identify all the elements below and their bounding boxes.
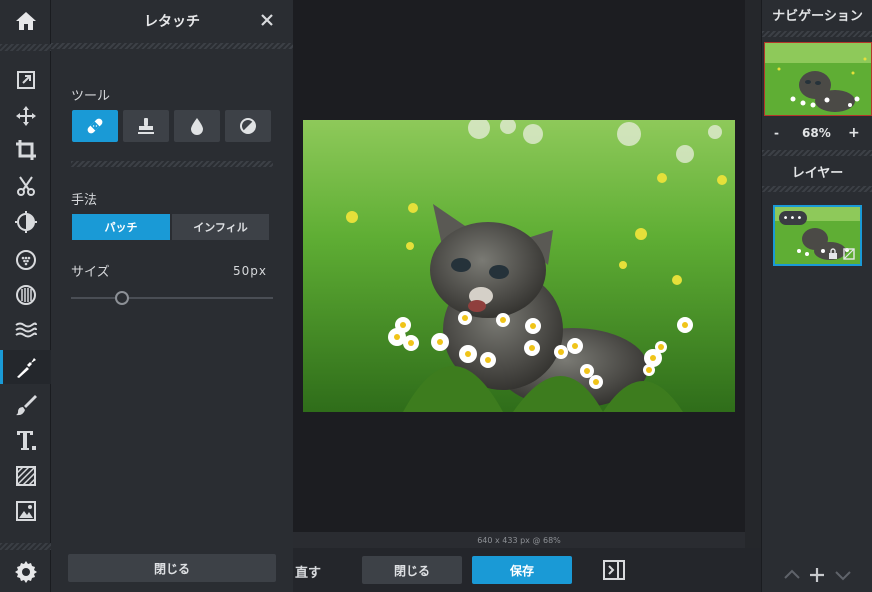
horizontal-scrollbar[interactable]: 640 x 433 px @ 68% — [293, 532, 745, 548]
close-icon[interactable] — [257, 10, 277, 30]
text-icon[interactable] — [0, 423, 51, 457]
adjust-icon[interactable] — [0, 205, 51, 239]
panel-close-button[interactable]: 閉じる — [68, 554, 276, 582]
zoom-controls: - 68% + — [762, 125, 872, 146]
bandage-icon — [87, 118, 103, 134]
right-panel: ナビゲーション - 68% + レイヤー ••• — [761, 0, 872, 592]
mask-icon[interactable] — [843, 248, 855, 260]
move-icon[interactable] — [0, 99, 51, 133]
vertical-scrollbar[interactable] — [745, 0, 761, 548]
panel-divider — [51, 43, 293, 49]
image-icon[interactable] — [0, 494, 51, 528]
dodge-burn-icon — [240, 118, 256, 134]
redo-button[interactable]: 直す — [295, 562, 321, 581]
drop-tool-button[interactable] — [174, 110, 220, 142]
size-label: サイズ — [71, 265, 110, 280]
canvas-area: 640 x 433 px @ 68% — [293, 0, 761, 548]
drop-icon — [191, 118, 203, 135]
layer-thumbnail[interactable]: ••• — [773, 205, 862, 266]
size-slider-track[interactable] — [71, 297, 273, 299]
layer-down-icon[interactable] — [834, 566, 852, 584]
save-button[interactable]: 保存 — [472, 556, 572, 584]
panel-divider — [762, 186, 872, 192]
close-button[interactable]: 閉じる — [362, 556, 462, 584]
brush-icon[interactable] — [0, 388, 51, 422]
size-slider-handle[interactable] — [114, 291, 129, 305]
clone-stamp-tool-button[interactable] — [123, 110, 169, 142]
method-patch-option[interactable]: パッチ — [72, 214, 170, 240]
layer-menu-button[interactable]: ••• — [779, 211, 807, 225]
retouch-panel: レタッチ ツール 手法 パッチ インフィル サイズ 50px 閉じる — [51, 0, 293, 592]
rail-divider — [0, 44, 51, 51]
layers-title: レイヤー — [791, 166, 844, 181]
home-icon[interactable] — [0, 4, 51, 38]
canvas-size-info: 640 x 433 px @ 68% — [477, 535, 561, 545]
cut-icon[interactable] — [0, 169, 51, 203]
bottom-bar: 直す 閉じる 保存 — [293, 548, 761, 592]
crop-icon[interactable] — [0, 133, 51, 167]
tool-rail — [0, 0, 51, 592]
tools-label: ツール — [71, 89, 111, 104]
lock-icon[interactable] — [827, 248, 839, 260]
liquify-icon[interactable] — [0, 313, 51, 347]
zoom-in-button[interactable]: + — [848, 125, 860, 141]
size-value: 50px — [233, 264, 267, 278]
dodge-burn-tool-button[interactable] — [225, 110, 271, 142]
panel-divider — [762, 31, 872, 37]
navigation-title: ナビゲーション — [772, 9, 863, 24]
zoom-out-button[interactable]: - — [774, 126, 779, 140]
pattern-icon[interactable] — [0, 459, 51, 493]
clone-stamp-icon — [138, 118, 154, 134]
layer-up-icon[interactable] — [783, 566, 801, 584]
bandage-tool-button[interactable] — [72, 110, 118, 142]
rail-divider — [0, 543, 51, 550]
settings-icon[interactable] — [0, 555, 51, 589]
retouch-icon[interactable] — [0, 350, 51, 384]
panel-divider — [71, 161, 273, 167]
export-icon[interactable] — [0, 63, 51, 97]
panel-divider — [762, 150, 872, 156]
toggle-panel-icon[interactable] — [603, 560, 625, 580]
vignette-icon[interactable] — [0, 278, 51, 312]
filter-icon[interactable] — [0, 243, 51, 277]
method-infill-option[interactable]: インフィル — [172, 214, 269, 240]
navigator-thumbnail[interactable] — [764, 42, 872, 116]
method-label: 手法 — [71, 193, 98, 208]
kitten-photo[interactable] — [303, 120, 735, 412]
zoom-value: 68% — [802, 126, 831, 140]
add-layer-icon[interactable] — [808, 566, 826, 584]
